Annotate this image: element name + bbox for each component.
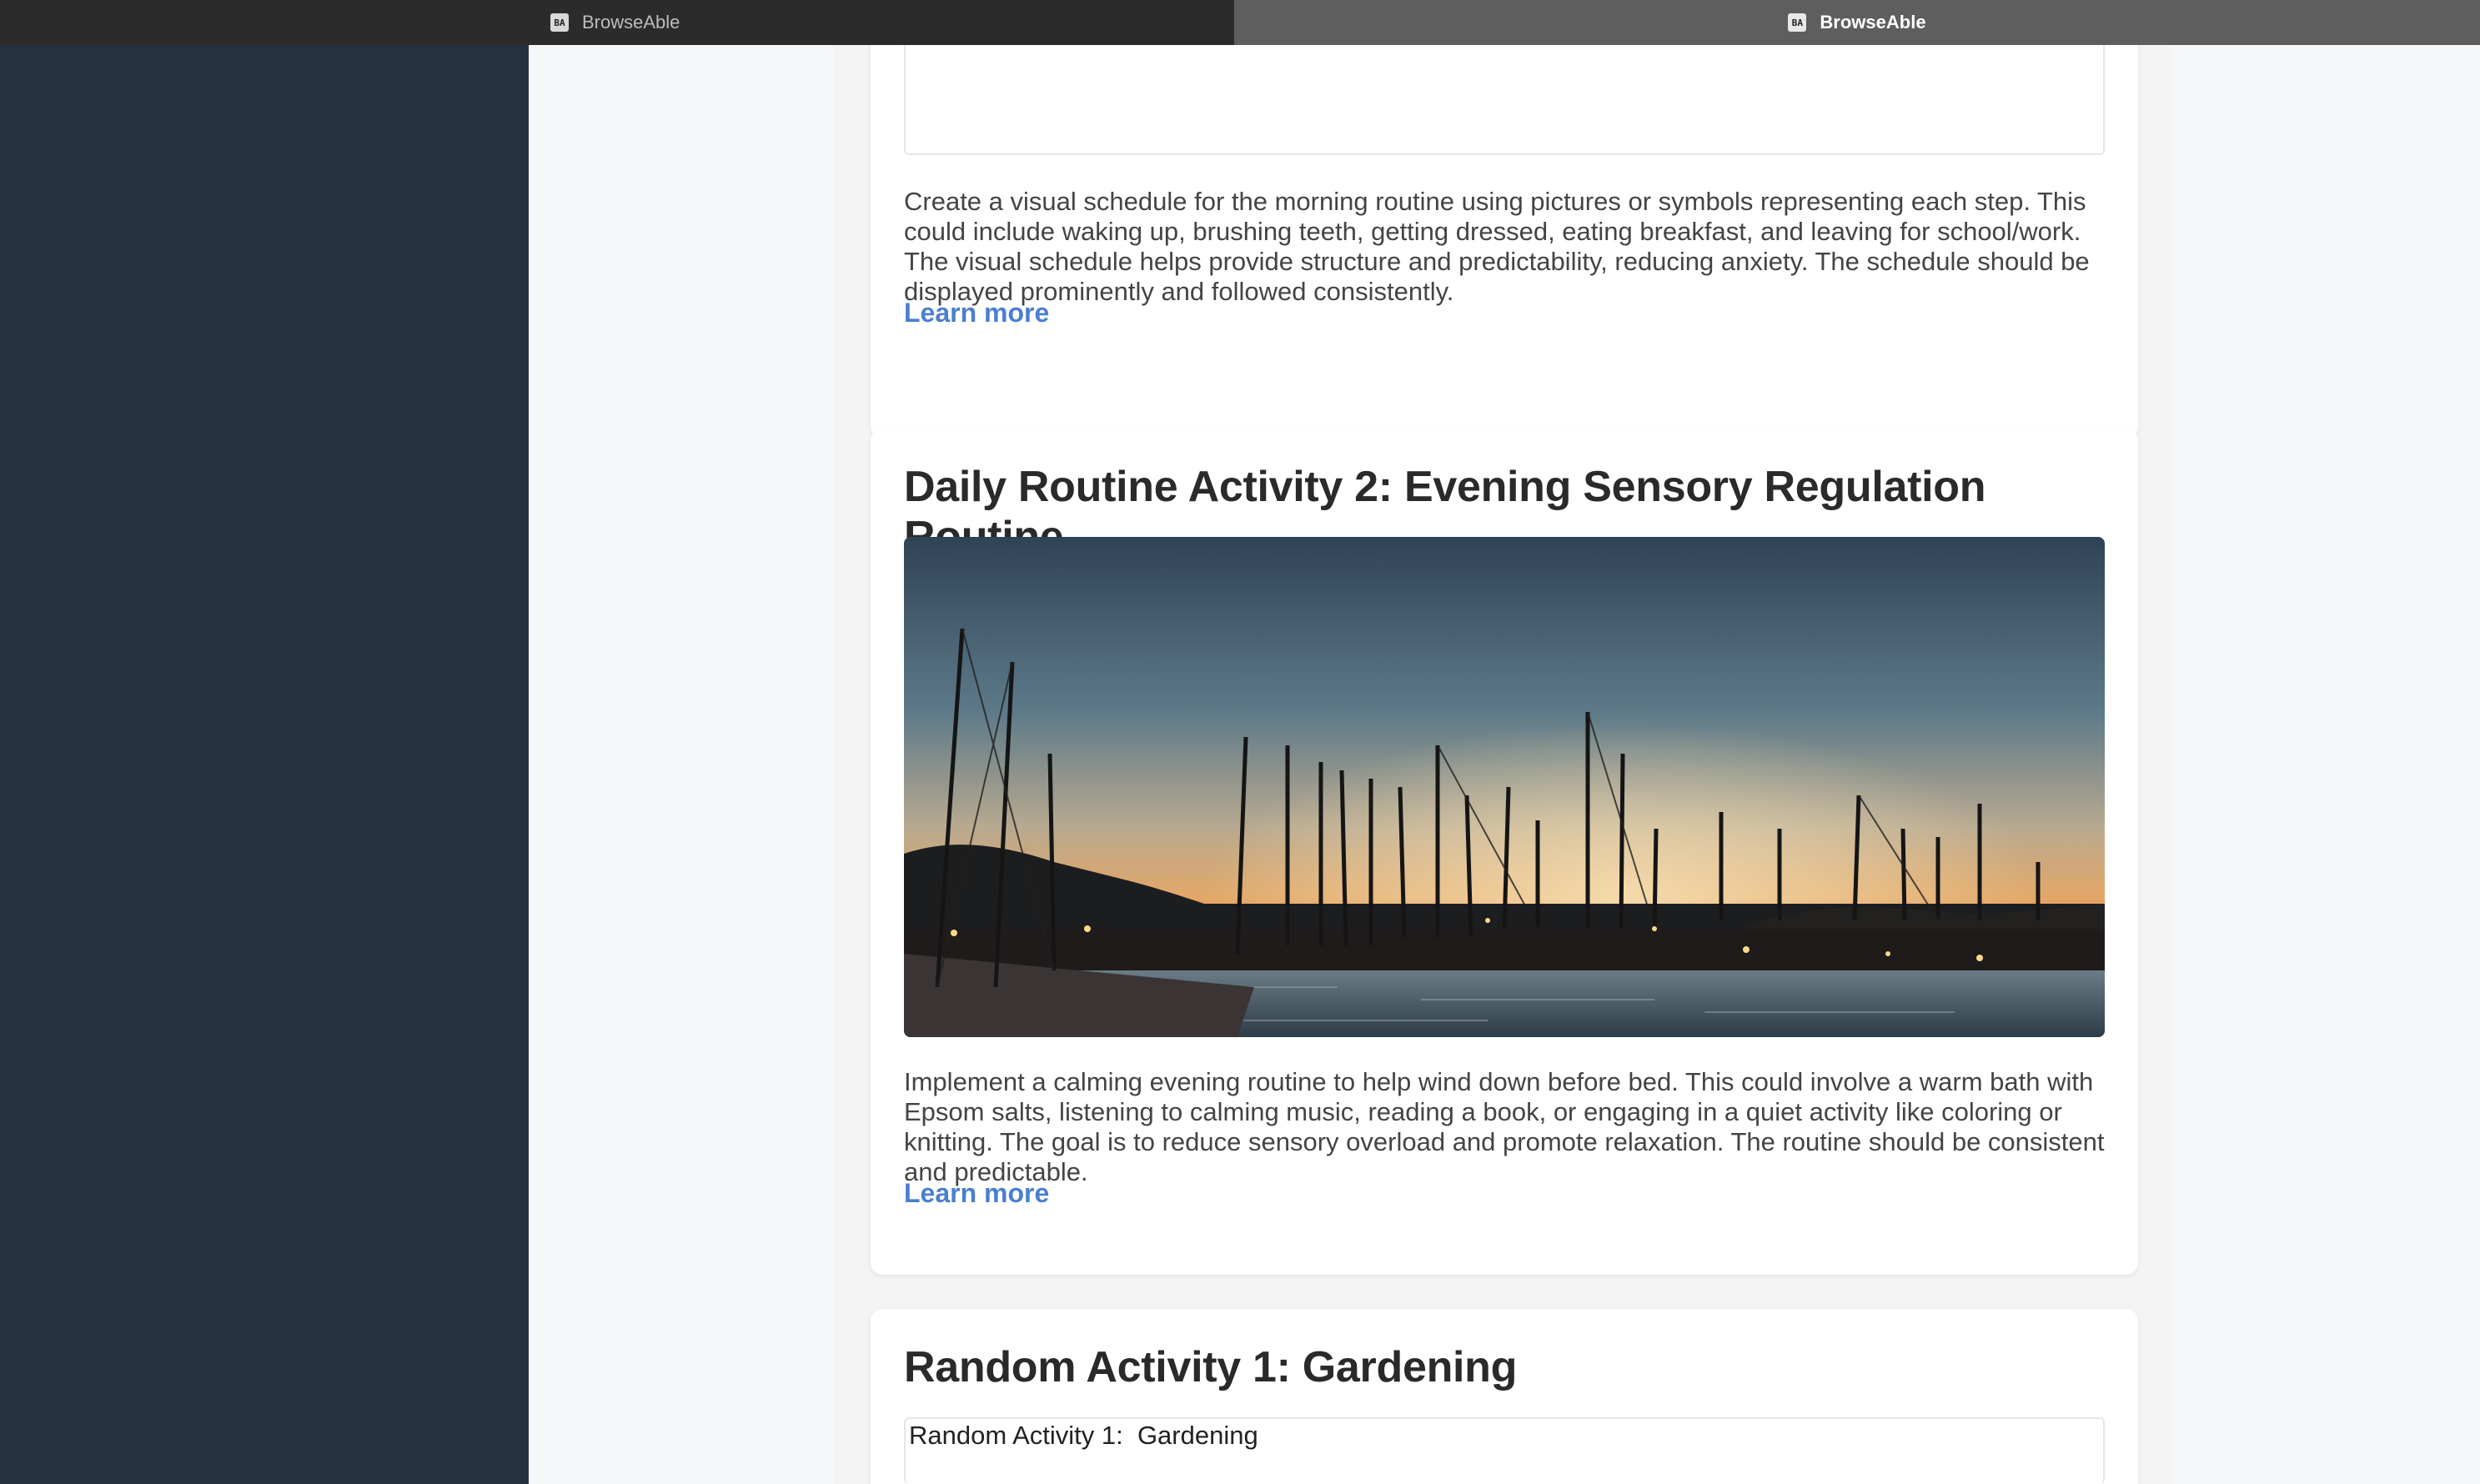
activity-card-gardening: Random Activity 1: Gardening Random Acti… <box>871 1309 2138 1484</box>
activity-title: Random Activity 1: Gardening <box>904 1343 1518 1391</box>
learn-more-link[interactable]: Learn more <box>904 298 1049 328</box>
tab-label: BrowseAble <box>1820 12 1926 33</box>
tab-label: BrowseAble <box>582 12 680 33</box>
browseable-favicon-icon: BA <box>550 13 569 32</box>
browseable-favicon-icon: BA <box>1788 13 1807 32</box>
activity-description: Create a visual schedule for the morning… <box>904 187 2090 306</box>
right-margin-pane <box>2171 45 2480 1484</box>
activity-feed[interactable]: Create a visual schedule for the morning… <box>834 45 2171 1484</box>
embedded-frame-text: Random Activity 1: Gardening <box>909 1421 1258 1450</box>
browser-tab-2[interactable]: BA BrowseAble <box>1234 0 2480 45</box>
embedded-frame <box>904 45 2105 155</box>
sidebar <box>0 45 529 1484</box>
browser-tab-1[interactable]: BA BrowseAble <box>0 0 1234 45</box>
embedded-frame: Random Activity 1: Gardening <box>904 1417 2105 1484</box>
activity-card-morning-routine: Create a visual schedule for the morning… <box>871 45 2138 439</box>
activity-card-evening-routine: Daily Routine Activity 2: Evening Sensor… <box>871 429 2138 1275</box>
activity-description: Implement a calming evening routine to h… <box>904 1067 2105 1186</box>
harbor-sunset-image <box>904 537 2105 1037</box>
harbor-sunset-photo <box>904 537 2105 1037</box>
left-margin-pane <box>529 45 834 1484</box>
browser-tab-bar: BA BrowseAble BA BrowseAble <box>0 0 2480 45</box>
learn-more-link[interactable]: Learn more <box>904 1178 1049 1209</box>
